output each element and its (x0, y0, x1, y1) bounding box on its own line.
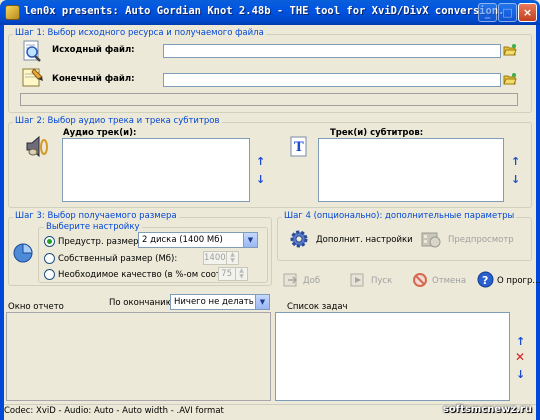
window-frame-left (0, 25, 4, 420)
audio-move-down-arrow-icon[interactable]: ↓ (256, 174, 265, 185)
on-finish-label: По окончанию (109, 298, 173, 308)
folder-browse-icon[interactable] (503, 72, 517, 86)
quality-radio[interactable] (44, 269, 55, 280)
subtitle-tracks-list[interactable] (318, 138, 504, 202)
delete-job-icon[interactable]: ✕ (515, 351, 525, 363)
custom-size-input[interactable]: 1400 ▲ ▼ (203, 251, 239, 265)
advanced-settings-button[interactable]: Дополнит. настройки (316, 235, 413, 245)
speaker-icon (26, 135, 48, 158)
preview-button[interactable]: Предпросмотр (448, 235, 514, 245)
source-file-field[interactable] (163, 44, 501, 58)
quality-value: 75 (221, 269, 232, 279)
step1-legend: Шаг 1: Выбор исходного ресурса и получае… (13, 28, 266, 38)
disk-pie-icon (13, 243, 33, 263)
subtitle-move-down-arrow-icon[interactable]: ↓ (511, 174, 520, 185)
save-document-icon (22, 68, 43, 87)
audio-tracks-list[interactable] (62, 138, 250, 202)
magnifier-document-icon (23, 40, 41, 62)
folder-browse-icon[interactable] (503, 43, 517, 57)
preset-size-label: Предустр. размер: (58, 237, 142, 247)
spin-arrows-icon[interactable]: ▲ ▼ (226, 252, 238, 264)
chevron-down-icon[interactable]: ▼ (255, 295, 269, 309)
preset-size-value: 2 диска (1400 Мб) (142, 235, 223, 245)
chevron-down-icon[interactable]: ▼ (243, 233, 257, 247)
setting-legend: Выберите настройку (44, 222, 142, 232)
job-list[interactable] (275, 312, 510, 401)
target-file-label: Конечный файл: (52, 74, 135, 84)
gear-icon[interactable] (288, 228, 310, 250)
file-progress-bar (20, 93, 518, 106)
subtitle-tracks-label: Трек(и) субтитров: (330, 128, 424, 138)
target-file-field[interactable] (163, 73, 501, 87)
cancel-icon[interactable] (412, 272, 428, 288)
add-button[interactable]: Доб (303, 276, 320, 286)
source-file-label: Исходный файл: (52, 45, 135, 55)
cancel-button[interactable]: Отмена (432, 276, 466, 286)
custom-size-label: Собственный размер (Мб): (58, 254, 178, 264)
custom-size-radio[interactable] (44, 253, 55, 264)
on-finish-value: Ничего не делать (174, 297, 254, 307)
job-move-up-arrow-icon[interactable]: ↑ (516, 336, 525, 347)
custom-size-value: 1400 (204, 253, 226, 263)
window-title: len0x presents: Auto Gordian Knot 2.48b … (24, 5, 505, 17)
status-text: Codec: XviD - Audio: Auto - Auto width -… (4, 406, 224, 416)
step2-legend: Шаг 2: Выбор аудио трека и трека субтитр… (13, 116, 222, 126)
quality-input[interactable]: 75 ▲ ▼ (218, 267, 248, 281)
report-window[interactable] (6, 312, 271, 401)
watermark: softsmcnewz.ru (442, 404, 532, 415)
on-finish-select[interactable]: Ничего не делать ▼ (170, 294, 270, 310)
close-button[interactable]: × (518, 3, 537, 22)
svg-text:T: T (294, 140, 304, 155)
spin-arrows-icon[interactable]: ▲ ▼ (235, 268, 247, 280)
start-icon[interactable] (350, 272, 366, 288)
audio-tracks-label: Аудио трек(и): (63, 128, 137, 138)
start-button[interactable]: Пуск (371, 276, 392, 286)
preset-size-radio[interactable] (44, 236, 55, 247)
job-move-down-arrow-icon[interactable]: ↓ (516, 369, 525, 380)
help-icon[interactable]: ? (477, 271, 494, 288)
minimize-button[interactable]: _ (478, 3, 497, 22)
job-list-label: Список задач (287, 302, 348, 312)
step4-legend: Шаг 4 (опционально): дополнительные пара… (282, 211, 517, 221)
report-window-label: Окно отчето (8, 302, 64, 312)
svg-text:?: ? (482, 274, 488, 287)
maximize-button[interactable]: □ (498, 3, 517, 22)
preset-size-select[interactable]: 2 диска (1400 Мб) ▼ (138, 232, 258, 248)
step3-legend: Шаг 3: Выбор получаемого размера (13, 211, 179, 221)
subtitle-move-up-arrow-icon[interactable]: ↑ (511, 156, 520, 167)
about-button[interactable]: О прогр... (497, 276, 540, 286)
add-job-icon[interactable] (283, 272, 299, 288)
film-preview-icon[interactable] (420, 228, 442, 250)
app-icon[interactable] (5, 5, 20, 20)
window-frame-right (536, 25, 540, 420)
subtitle-text-icon: T (290, 136, 307, 157)
audio-move-up-arrow-icon[interactable]: ↑ (256, 156, 265, 167)
